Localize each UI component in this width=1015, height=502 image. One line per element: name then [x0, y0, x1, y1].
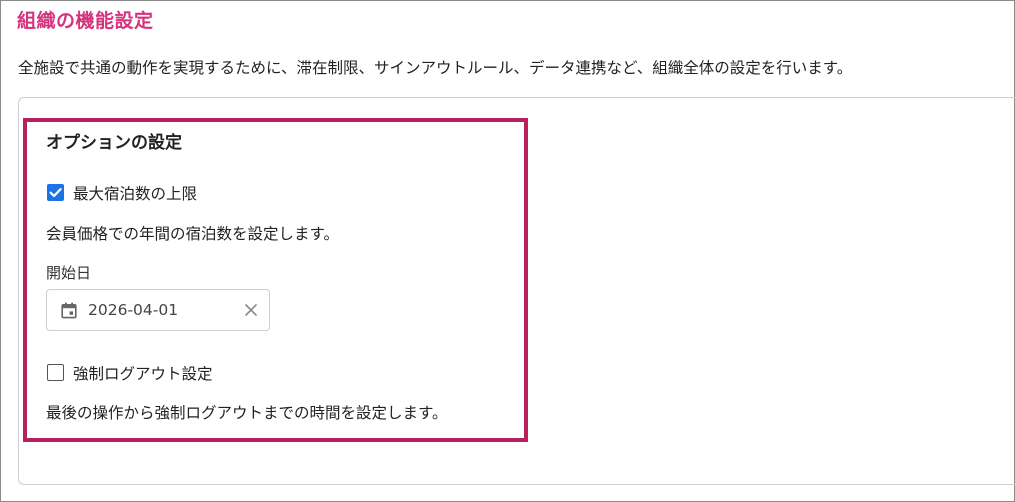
page-description: 全施設で共通の動作を実現するために、滞在制限、サインアウトルール、データ連携など…: [18, 59, 853, 77]
forced-logout-label[interactable]: 強制ログアウト設定: [73, 362, 213, 384]
check-icon: [49, 188, 62, 198]
max-nights-label[interactable]: 最大宿泊数の上限: [73, 182, 197, 204]
forced-logout-checkbox[interactable]: [47, 364, 64, 381]
close-icon[interactable]: [244, 303, 258, 317]
start-date-input[interactable]: 2026-04-01: [46, 289, 270, 331]
max-nights-checkbox[interactable]: [47, 184, 64, 201]
options-section-title: オプションの設定: [46, 133, 182, 153]
start-date-label: 開始日: [46, 264, 92, 282]
calendar-icon: [61, 302, 77, 319]
options-highlight-box: [23, 118, 528, 442]
max-nights-help-text: 会員価格での年間の宿泊数を設定します。: [46, 225, 339, 243]
forced-logout-help-text: 最後の操作から強制ログアウトまでの時間を設定します。: [46, 404, 448, 422]
start-date-value[interactable]: 2026-04-01: [88, 301, 178, 319]
page-title: 組織の機能設定: [17, 10, 154, 32]
